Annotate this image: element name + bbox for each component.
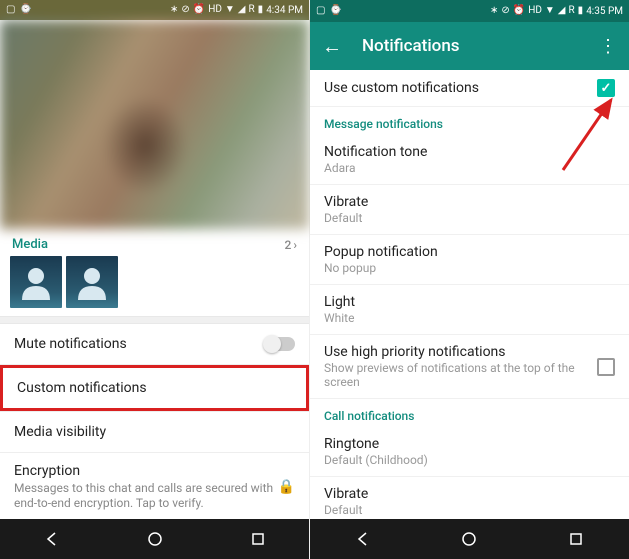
hd-indicator: HD [528,6,542,16]
encryption-label: Encryption [14,463,278,479]
custom-notifications-row[interactable]: Custom notifications [3,368,306,408]
alarm-icon: ⏰ [513,6,525,16]
watch-icon: ⌚ [19,5,31,15]
mute-toggle[interactable] [265,337,295,351]
avatar-icon [16,262,56,302]
app-bar: ← Notifications ⋮ [310,22,629,70]
alarm-icon: ⏰ [193,5,205,15]
mediavis-label: Media visibility [14,424,295,440]
cvibrate-label: Vibrate [324,486,615,502]
back-button[interactable] [353,529,373,549]
use-custom-checkbox[interactable] [597,79,615,97]
use-custom-label: Use custom notifications [324,80,597,96]
dnd-icon: ⊘ [181,5,189,15]
encryption-sub: Messages to this chat and calls are secu… [14,481,278,512]
clock: 4:35 PM [586,6,623,17]
back-button[interactable] [42,529,62,549]
vibrate-label: Vibrate [324,194,615,210]
popup-sub: No popup [324,261,615,275]
media-count: 2 › [285,238,297,252]
popup-label: Popup notification [324,244,615,260]
ringtone-label: Ringtone [324,436,615,452]
bluetooth-icon: ∗ [490,6,498,16]
media-visibility-row[interactable]: Media visibility [0,411,309,453]
roaming-indicator: R [569,6,575,16]
nav-bar [310,519,629,559]
vibrate-row[interactable]: Vibrate Default [310,185,629,235]
hd-indicator: HD [208,5,222,15]
status-bar: ▢ ⌚ ∗ ⊘ ⏰ HD ▼ ◢ R ▮ 4:34 PM [0,0,309,20]
media-thumbnails [0,256,309,316]
priority-row[interactable]: Use high priority notifications Show pre… [310,335,629,399]
roaming-indicator: R [249,5,255,15]
chevron-right-icon: › [293,238,297,252]
gallery-icon: ▢ [6,5,15,15]
bluetooth-icon: ∗ [170,5,178,15]
watch-icon: ⌚ [329,6,341,16]
popup-row[interactable]: Popup notification No popup [310,235,629,285]
signal-icon: ◢ [238,5,246,15]
settings-list: Use custom notifications Message notific… [310,70,629,559]
section-call: Call notifications [310,399,629,427]
battery-icon: ▮ [258,5,264,15]
recents-button[interactable] [566,529,586,549]
media-thumb[interactable] [10,256,62,308]
gallery-icon: ▢ [316,6,325,16]
notification-tone-row[interactable]: Notification tone Adara [310,135,629,185]
priority-sub: Show previews of notifications at the to… [324,361,597,389]
home-button[interactable] [145,529,165,549]
tone-sub: Adara [324,161,615,175]
mute-label: Mute notifications [14,336,265,352]
home-button[interactable] [459,529,479,549]
nav-bar [0,519,309,559]
overflow-menu-icon[interactable]: ⋮ [599,36,617,57]
mute-notifications-row[interactable]: Mute notifications [0,324,309,365]
media-thumb[interactable] [66,256,118,308]
priority-checkbox[interactable] [597,358,615,376]
ringtone-row[interactable]: Ringtone Default (Childhood) [310,427,629,477]
back-arrow-icon[interactable]: ← [322,34,342,59]
priority-label: Use high priority notifications [324,344,597,360]
wifi-icon: ▼ [545,6,555,16]
custom-label: Custom notifications [17,380,292,396]
wifi-icon: ▼ [225,5,235,15]
use-custom-row[interactable]: Use custom notifications [310,70,629,107]
divider [0,316,309,324]
media-section-header[interactable]: Media 2 › [0,229,309,256]
section-message: Message notifications [310,107,629,135]
light-label: Light [324,294,615,310]
tone-label: Notification tone [324,144,615,160]
signal-icon: ◢ [558,6,566,16]
recents-button[interactable] [248,529,268,549]
light-row[interactable]: Light White [310,285,629,335]
vibrate-sub: Default [324,211,615,225]
page-title: Notifications [362,36,460,56]
right-screen: ▢ ⌚ ∗ ⊘ ⏰ HD ▼ ◢ R ▮ 4:35 PM ← Notificat… [310,0,629,559]
ringtone-sub: Default (Childhood) [324,453,615,467]
dnd-icon: ⊘ [501,6,509,16]
contact-photo[interactable] [0,20,309,229]
clock: 4:34 PM [266,5,303,16]
avatar-icon [72,262,112,302]
left-screen: ▢ ⌚ ∗ ⊘ ⏰ HD ▼ ◢ R ▮ 4:34 PM Media 2 › [0,0,310,559]
media-label: Media [12,237,48,252]
lock-icon: 🔒 [278,479,295,495]
light-sub: White [324,311,615,325]
battery-icon: ▮ [578,6,584,16]
highlight-annotation: Custom notifications [0,365,309,411]
cvibrate-sub: Default [324,503,615,517]
status-bar: ▢ ⌚ ∗ ⊘ ⏰ HD ▼ ◢ R ▮ 4:35 PM [310,0,629,22]
